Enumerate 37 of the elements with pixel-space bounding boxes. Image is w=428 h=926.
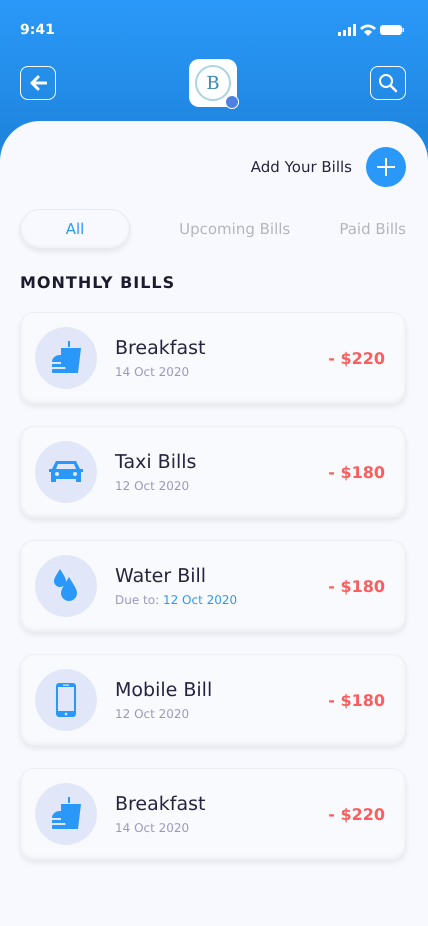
bill-amount: - $180 (328, 690, 385, 710)
bill-date: 12 Oct 2020 (115, 707, 190, 721)
bill-date: Due to: 12 Oct 2020 (115, 593, 238, 607)
bill-title: Water Bill (115, 565, 208, 587)
food-drink-icon (51, 341, 81, 375)
bill-title: Breakfast (115, 793, 206, 815)
bill-card[interactable]: Water Bill Due to: 12 Oct 2020 - $180 (20, 540, 406, 632)
battery-icon (380, 25, 404, 35)
section-title: MONTHLY BILLS (20, 273, 176, 292)
add-bills-label: Add Your Bills (250, 158, 352, 176)
bill-amount: - $220 (328, 804, 385, 824)
back-arrow-icon (29, 75, 47, 91)
bill-amount: - $180 (328, 576, 385, 596)
bill-title: Mobile Bill (115, 679, 214, 701)
bill-card[interactable]: Mobile Bill 12 Oct 2020 - $180 (20, 654, 406, 746)
bill-card[interactable]: Breakfast 14 Oct 2020 - $220 (20, 312, 406, 404)
logo-letter: B (206, 72, 220, 94)
plus-icon (377, 158, 395, 176)
search-button[interactable] (370, 66, 406, 100)
bill-title: Taxi Bills (115, 451, 198, 473)
bill-date: 14 Oct 2020 (115, 365, 190, 379)
bill-amount: - $220 (328, 348, 385, 368)
status-time: 9:41 (20, 22, 55, 38)
bill-title: Breakfast (115, 337, 206, 359)
phone-icon (56, 683, 76, 717)
bill-card[interactable]: Taxi Bills 12 Oct 2020 - $180 (20, 426, 406, 518)
food-drink-icon (51, 797, 81, 831)
bill-card[interactable]: Breakfast 14 Oct 2020 - $220 (20, 768, 406, 860)
bill-date: 14 Oct 2020 (115, 821, 190, 835)
search-icon (378, 73, 398, 93)
water-drops-icon (53, 569, 79, 603)
wifi-icon (360, 24, 376, 36)
add-bill-button[interactable] (366, 147, 406, 187)
signal-icon (338, 24, 356, 36)
back-button[interactable] (20, 66, 56, 100)
bill-amount: - $180 (328, 462, 385, 482)
bill-date: 12 Oct 2020 (115, 479, 190, 493)
